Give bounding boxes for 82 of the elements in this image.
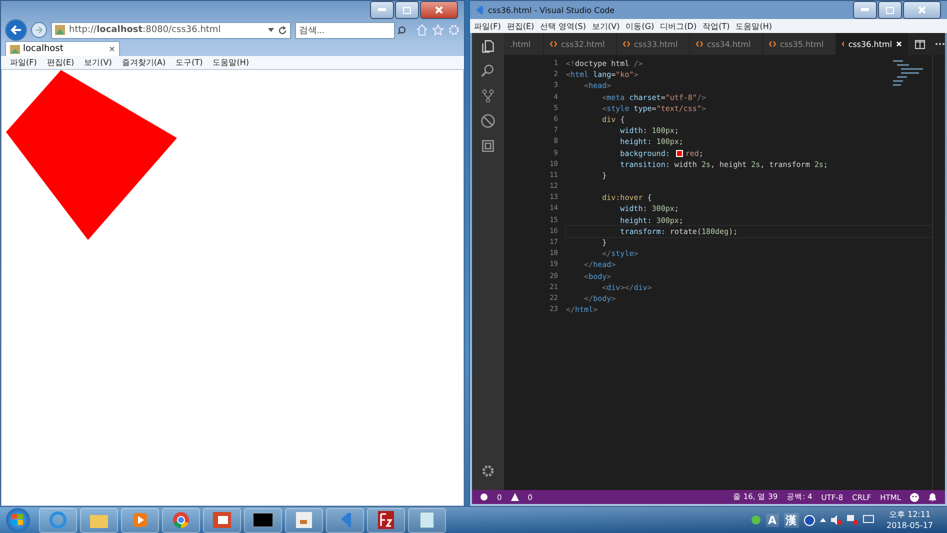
notepad-icon — [420, 512, 434, 528]
editor-tab[interactable]: css32.html — [544, 33, 617, 55]
flag-alert-icon[interactable] — [846, 515, 858, 525]
close-icon — [435, 6, 443, 14]
split-editor-icon[interactable] — [915, 40, 925, 48]
editor-tab[interactable]: css35.html — [763, 33, 836, 55]
menu-item[interactable]: 도움말(H) — [732, 20, 775, 32]
menu-item[interactable]: 작업(T) — [700, 20, 733, 32]
coffee-cup-icon — [296, 512, 312, 528]
address-field[interactable]: http://localhost:8080/css36.html — [51, 22, 291, 38]
window-title: css36.html - Visual Studio Code — [488, 6, 615, 14]
clock-time[interactable]: 오후 12:11 — [888, 509, 931, 520]
menu-item[interactable]: 편집(E) — [504, 20, 538, 32]
page-icon — [55, 25, 65, 35]
taskbar-app-button[interactable] — [367, 508, 405, 532]
menu-item[interactable]: 보기(V) — [79, 57, 117, 68]
dropdown-caret-icon[interactable] — [268, 28, 274, 32]
search-icon — [397, 26, 406, 34]
minimize-button[interactable] — [370, 1, 394, 19]
close-button[interactable] — [420, 1, 458, 19]
extensions-icon[interactable] — [481, 139, 495, 153]
close-icon — [918, 6, 926, 14]
menu-item[interactable]: 편집(E) — [42, 57, 80, 68]
app-logo-icon — [474, 5, 484, 15]
menu-item[interactable]: 파일(F) — [5, 57, 42, 68]
settings-icon[interactable] — [481, 464, 495, 478]
start-button[interactable] — [6, 508, 30, 532]
menu-item[interactable]: 즐겨찾기(A) — [116, 57, 171, 68]
maximize-icon — [886, 6, 894, 14]
back-arrow-icon — [10, 25, 22, 35]
taskbar-app-button[interactable] — [244, 508, 282, 532]
clock-date[interactable]: 2018-05-17 — [886, 520, 933, 531]
close-button[interactable] — [903, 1, 941, 19]
minimize-icon — [861, 8, 869, 12]
close-icon — [896, 41, 902, 47]
forward-arrow-icon — [35, 26, 43, 34]
menu-item[interactable]: 도구(T) — [170, 57, 208, 68]
smiley-icon[interactable] — [910, 492, 919, 502]
menu-item[interactable]: 디버그(D) — [657, 20, 700, 32]
chrome-icon — [172, 511, 190, 529]
search-icon[interactable] — [481, 64, 495, 78]
menu-item[interactable]: 파일(F) — [471, 20, 504, 32]
minimize-icon — [378, 8, 386, 12]
maximize-button[interactable] — [395, 1, 419, 19]
ime-indicator[interactable]: 漢 — [784, 512, 798, 528]
speaker-muted-icon[interactable] — [830, 515, 842, 525]
editor-tab[interactable]: .html — [504, 33, 544, 55]
network-icon[interactable] — [750, 515, 761, 525]
menu-item[interactable]: 이동(G) — [622, 20, 658, 32]
maximize-button[interactable] — [878, 1, 902, 19]
search-field[interactable]: 검색... — [295, 22, 395, 38]
maximize-icon — [403, 6, 411, 14]
folder-icon — [90, 512, 108, 528]
up-caret-icon[interactable] — [820, 518, 826, 522]
bell-icon[interactable] — [928, 492, 937, 502]
back-button[interactable] — [5, 19, 27, 41]
help-icon[interactable] — [804, 514, 814, 526]
editor-tab[interactable]: css36.html — [836, 33, 909, 55]
menu-item[interactable]: 선택 영역(S) — [537, 20, 590, 32]
editor-tab[interactable]: css33.html — [617, 33, 690, 55]
refresh-icon[interactable] — [278, 26, 287, 34]
play-icon — [133, 513, 147, 527]
terminal-icon — [253, 513, 273, 527]
windows-logo-icon — [12, 514, 24, 526]
editor-tab[interactable]: css34.html — [690, 33, 763, 55]
browser-tab[interactable]: localhost — [5, 41, 120, 56]
forward-button[interactable] — [31, 22, 47, 38]
monitor-icon[interactable] — [862, 515, 874, 525]
error-icon — [480, 493, 488, 501]
minimize-button[interactable] — [853, 1, 877, 19]
star-icon[interactable] — [432, 24, 444, 36]
files-icon[interactable] — [481, 39, 495, 53]
slides-icon — [213, 512, 231, 528]
menu-item[interactable]: 보기(V) — [589, 20, 623, 32]
close-icon — [109, 46, 115, 52]
page-icon — [10, 44, 20, 54]
more-icon[interactable] — [935, 42, 945, 46]
ftp-client-icon — [378, 511, 394, 529]
branch-icon[interactable] — [481, 89, 495, 103]
ime-indicator[interactable]: A — [766, 514, 778, 526]
menu-item[interactable]: 도움말(H) — [208, 57, 254, 68]
warning-icon — [510, 493, 519, 501]
